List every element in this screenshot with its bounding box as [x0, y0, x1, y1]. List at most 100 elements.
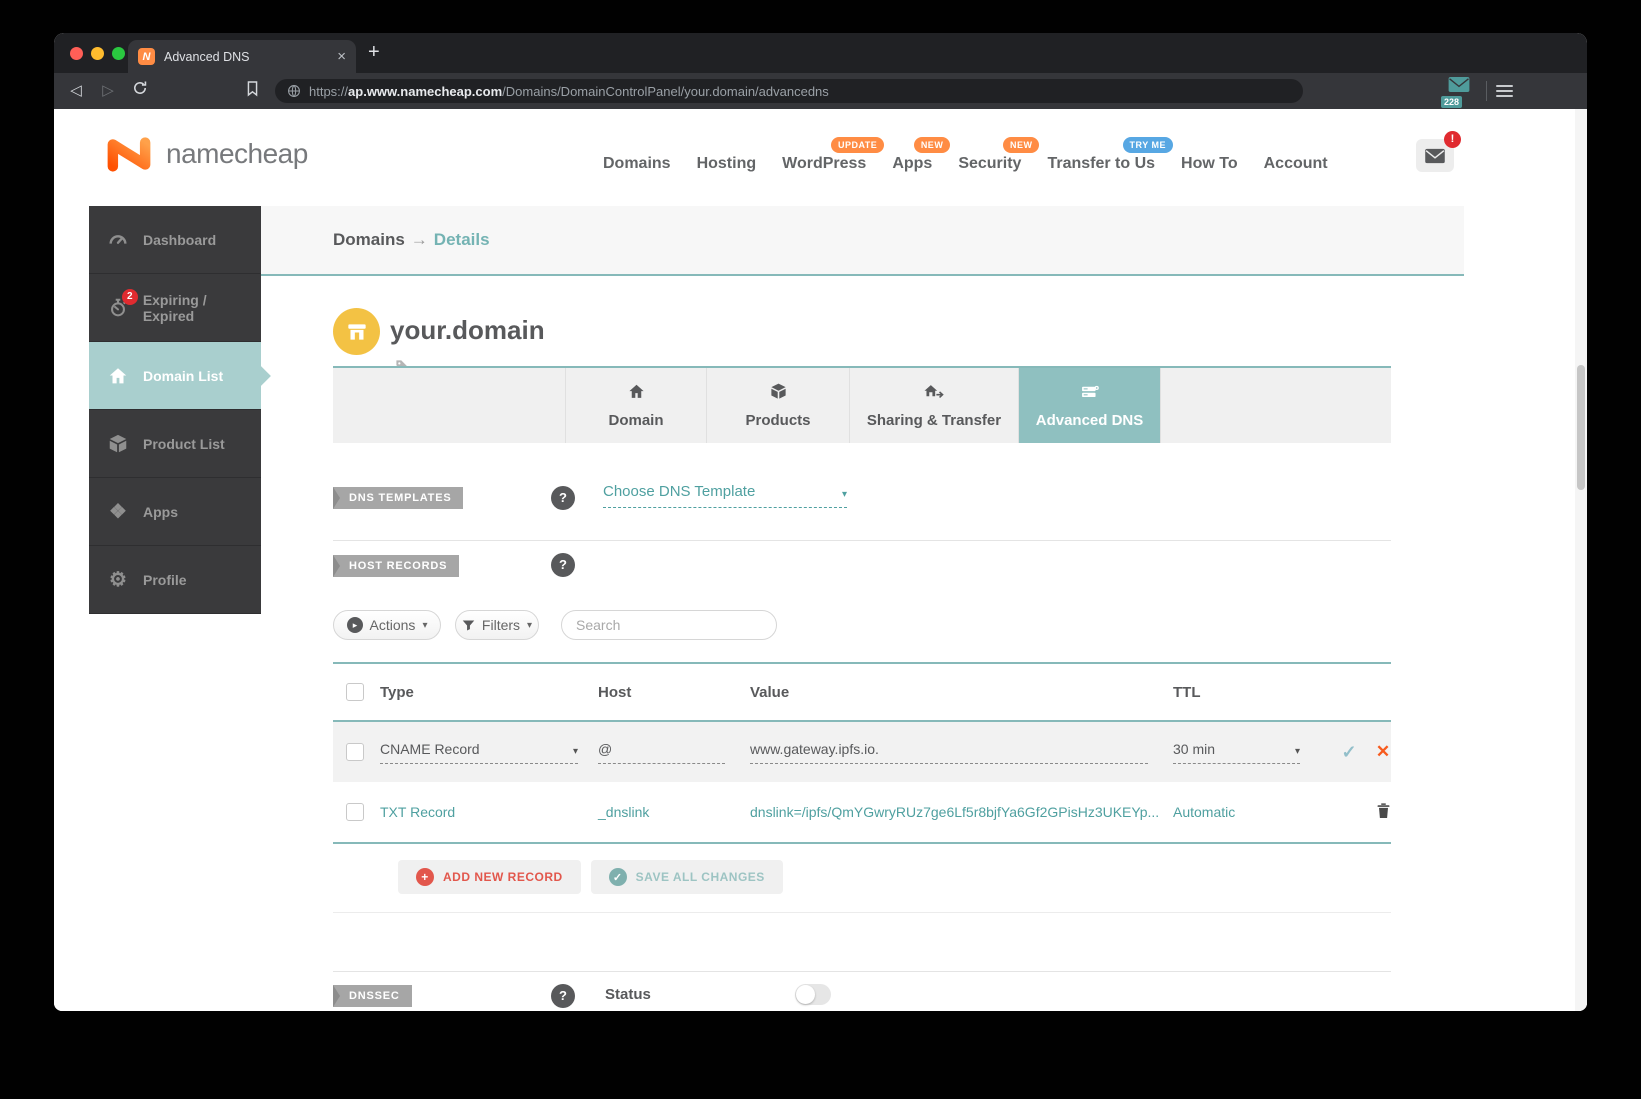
record-type-value[interactable]: TXT Record	[380, 804, 455, 820]
tab-sharing-transfer[interactable]: Sharing & Transfer	[849, 368, 1018, 443]
dns-template-dropdown[interactable]: Choose DNS Template ▾	[603, 483, 847, 508]
tabs-spacer-right	[1160, 368, 1391, 443]
browser-tab[interactable]: N Advanced DNS ×	[128, 40, 356, 73]
host-records-help-button[interactable]: ?	[551, 553, 575, 577]
tabs-spacer-left	[333, 368, 565, 443]
brand-name: namecheap	[166, 138, 308, 170]
row-checkbox[interactable]	[346, 743, 364, 761]
filters-button[interactable]: Filters ▾	[455, 610, 539, 640]
nav-how-to[interactable]: How To	[1181, 149, 1238, 173]
reload-icon[interactable]	[128, 80, 152, 102]
tab-advanced-dns[interactable]: Advanced DNS	[1018, 368, 1160, 443]
dnssec-toggle[interactable]	[795, 984, 831, 1005]
namecheap-logo-icon	[103, 135, 155, 173]
ttl-value[interactable]: Automatic	[1173, 804, 1235, 820]
expiring-count-badge: 2	[122, 289, 138, 305]
chevron-down-icon: ▾	[1295, 746, 1300, 757]
notification-badge: !	[1444, 131, 1461, 148]
sidebar-item-domain-list[interactable]: Domain List	[89, 342, 261, 410]
envelope-icon	[1424, 148, 1446, 164]
nav-security[interactable]: SecurityNEW	[958, 149, 1021, 173]
column-value: Value	[750, 684, 1173, 701]
table-row: TXT Record _dnslink dnslink=/ipfs/QmYGwr…	[333, 782, 1391, 844]
new-badge: NEW	[914, 137, 951, 153]
nav-apps[interactable]: AppsNEW	[892, 149, 932, 173]
trash-icon[interactable]	[1373, 802, 1393, 822]
mail-extension-icon[interactable]: 228	[1442, 76, 1476, 106]
actions-button[interactable]: ▸ Actions ▾	[333, 610, 441, 640]
apps-icon: ❖	[105, 499, 131, 524]
globe-icon	[287, 84, 301, 98]
save-all-changes-button[interactable]: ✓ SAVE ALL CHANGES	[591, 860, 783, 894]
chevron-down-icon: ▾	[842, 489, 847, 500]
home-icon	[627, 382, 646, 405]
domain-name-title: your.domain	[390, 315, 545, 346]
chevron-down-icon: ▾	[422, 620, 427, 631]
sidebar-item-profile[interactable]: ⚙ Profile	[89, 546, 261, 614]
new-tab-button[interactable]: +	[368, 41, 380, 64]
bookmark-icon[interactable]	[240, 80, 264, 102]
nav-wordpress[interactable]: WordPressUPDATE	[782, 149, 866, 173]
namecheap-logo[interactable]: namecheap	[103, 135, 308, 173]
dns-templates-help-button[interactable]: ?	[551, 486, 575, 510]
record-type-dropdown[interactable]: CNAME Record▾	[380, 741, 578, 764]
nav-domains[interactable]: Domains	[603, 149, 671, 173]
breadcrumb-bar: Domains→Details	[261, 206, 1464, 276]
section-divider	[333, 971, 1391, 972]
record-actions: + ADD NEW RECORD ✓ SAVE ALL CHANGES	[398, 860, 783, 894]
messages-button[interactable]: !	[1416, 139, 1454, 172]
confirm-icon[interactable]: ✓	[1339, 742, 1359, 763]
table-row: CNAME Record▾ @ www.gateway.ipfs.io. 30 …	[333, 720, 1391, 782]
tab-title: Advanced DNS	[164, 50, 328, 64]
host-value[interactable]: _dnslink	[598, 804, 649, 820]
dnssec-status-label: Status	[605, 986, 651, 1003]
breadcrumb-domains[interactable]: Domains	[333, 230, 405, 249]
funnel-icon	[462, 619, 475, 632]
gear-icon: ⚙	[105, 567, 131, 592]
sidebar-item-expiring[interactable]: 2 Expiring / Expired	[89, 274, 261, 342]
tab-domain[interactable]: Domain	[565, 368, 706, 443]
host-field[interactable]: @	[598, 741, 725, 764]
minimize-window-button[interactable]	[91, 47, 104, 60]
browser-toolbar: ◁ ▷ https://ap.www.namecheap.com/Domains…	[54, 73, 1587, 109]
search-input[interactable]	[574, 616, 759, 634]
sidebar: Dashboard 2 Expiring / Expired Domain Li…	[89, 206, 261, 614]
maximize-window-button[interactable]	[112, 47, 125, 60]
section-divider	[333, 540, 1391, 541]
url-bar[interactable]: https://ap.www.namecheap.com/Domains/Dom…	[275, 79, 1303, 103]
stopwatch-icon: 2	[105, 297, 131, 319]
window-controls	[70, 47, 125, 60]
nav-account[interactable]: Account	[1264, 149, 1328, 173]
row-checkbox[interactable]	[346, 803, 364, 821]
ttl-dropdown[interactable]: 30 min▾	[1173, 741, 1300, 764]
host-records-label: HOST RECORDS	[333, 555, 459, 577]
browser-menu-icon[interactable]	[1496, 85, 1513, 100]
sidebar-item-apps[interactable]: ❖ Apps	[89, 478, 261, 546]
extension-count-badge: 228	[1441, 96, 1462, 108]
host-records-table: Type Host Value TTL CNAME Record▾ @ www.…	[333, 662, 1391, 844]
nav-transfer[interactable]: Transfer to UsTRY ME	[1047, 149, 1155, 173]
scrollbar-thumb[interactable]	[1577, 365, 1585, 490]
add-new-record-button[interactable]: + ADD NEW RECORD	[398, 860, 581, 894]
browser-window: N Advanced DNS × + ◁ ▷ https://ap.www.na…	[54, 33, 1587, 1011]
nav-hosting[interactable]: Hosting	[697, 149, 757, 173]
update-badge: UPDATE	[831, 137, 884, 153]
plus-icon: +	[416, 868, 434, 886]
forward-icon[interactable]: ▷	[96, 80, 120, 102]
gauge-icon	[105, 229, 131, 251]
tab-products[interactable]: Products	[706, 368, 849, 443]
close-window-button[interactable]	[70, 47, 83, 60]
try-me-badge: TRY ME	[1123, 137, 1174, 153]
box-icon	[105, 433, 131, 455]
select-all-checkbox[interactable]	[346, 683, 364, 701]
back-icon[interactable]: ◁	[64, 80, 88, 102]
value-text[interactable]: dnslink=/ipfs/QmYGwryRUz7ge6Lf5r8bjfYa6G…	[750, 804, 1159, 820]
dnssec-help-button[interactable]: ?	[551, 984, 575, 1008]
sidebar-item-product-list[interactable]: Product List	[89, 410, 261, 478]
cancel-icon[interactable]: ✕	[1373, 742, 1393, 762]
close-tab-icon[interactable]: ×	[337, 49, 346, 64]
check-icon: ✓	[609, 868, 627, 886]
main-navigation: Domains Hosting WordPressUPDATE AppsNEW …	[603, 149, 1328, 173]
value-field[interactable]: www.gateway.ipfs.io.	[750, 741, 1148, 764]
sidebar-item-dashboard[interactable]: Dashboard	[89, 206, 261, 274]
